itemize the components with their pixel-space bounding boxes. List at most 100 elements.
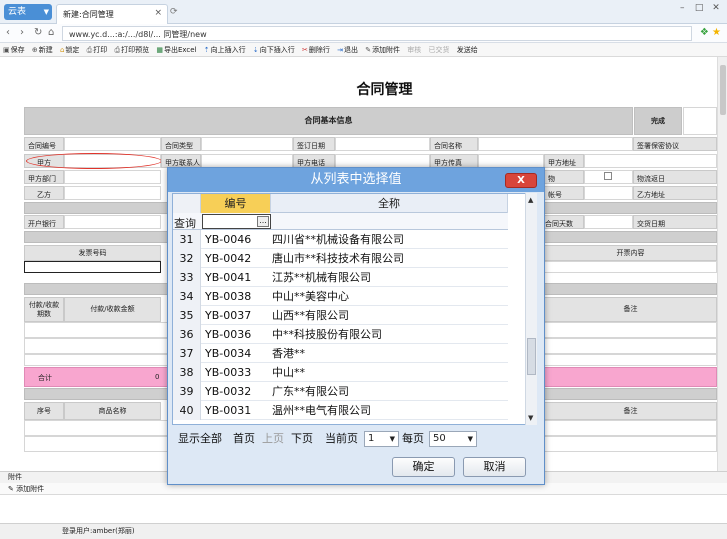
table-row[interactable]: 37 YB-0034 香港** [173,344,508,363]
ticket-content-field[interactable] [544,261,717,273]
party-b-field[interactable] [64,186,161,200]
maximize-icon[interactable]: □ [692,3,706,13]
export-excel-button[interactable]: ▦导出Excel [156,43,196,57]
contract-no-field[interactable] [64,137,161,151]
audit-button[interactable]: 审核 [407,43,421,57]
save-label: 保存 [10,46,25,54]
complete-label: 完成 [634,107,682,135]
excel-icon: ▦ [156,46,163,54]
delete-row-button[interactable]: ✂删除行 [302,43,330,57]
table-row[interactable]: 40 YB-0031 温州**电气有限公司 [173,401,508,420]
logo-label: 云表 [8,7,27,17]
print-button[interactable]: ⎙打印 [87,43,108,57]
add-attachment-button[interactable]: ✎添加附件 [365,43,400,57]
chevron-down-icon: ▼ [389,435,395,443]
chevron-down-icon: ▼ [43,8,49,16]
label-sign-date: 签订日期 [293,137,335,151]
label-party-a-address: 甲方地址 [544,154,584,168]
party-a-fax-field[interactable] [478,154,544,168]
first-page-link[interactable]: 首页 [233,430,255,448]
invoice-no-field[interactable] [24,261,161,273]
extension-icon[interactable]: ❖ [700,27,709,38]
save-button[interactable]: ▣保存 [3,43,25,57]
party-a-address-field[interactable] [584,154,717,168]
back-icon[interactable]: ‹ [6,27,10,38]
prev-page-link[interactable]: 上页 [262,430,284,448]
window-close-icon[interactable]: ✕ [709,3,723,13]
forward-icon[interactable]: › [20,27,24,38]
cancel-button[interactable]: 取消 [463,457,526,477]
app-logo[interactable]: 云表 ▼ [4,4,52,20]
browser-titlebar: 云表 ▼ 新建:合同管理 × ⟳ – □ ✕ [0,0,727,24]
add-attachment-link[interactable]: ✎ 添加附件 [8,485,44,493]
contract-name-field[interactable] [478,137,633,151]
home-icon[interactable]: ⌂ [48,27,54,38]
row-number: 35 [173,306,201,325]
table-row[interactable]: 31 YB-0046 四川省**机械设备有限公司 [173,230,508,249]
row-code: YB-0037 [205,309,252,322]
insert-below-icon: ⇣ [252,46,259,54]
party-a-phone-field[interactable] [335,154,430,168]
filter-more-button[interactable]: ... [257,216,269,227]
table-row[interactable]: 39 YB-0032 广东**有限公司 [173,382,508,401]
lock-button[interactable]: ⌂锁定 [60,43,79,57]
contract-days-field[interactable] [584,215,633,229]
table-row[interactable]: 34 YB-0038 中山**美容中心 [173,287,508,306]
grid-scroll-thumb[interactable] [527,338,536,375]
close-icon[interactable]: × [154,8,162,18]
column-header-code[interactable]: 编号 [201,194,271,213]
send-to-button[interactable]: 发送给 [457,43,478,57]
label-contract-type: 合同类型 [161,137,201,151]
sign-date-field[interactable] [335,137,430,151]
column-header-name[interactable]: 全称 [271,194,508,213]
grid-filter-row: 查询 ... [173,213,508,230]
new-tab-icon[interactable]: ⟳ [170,7,178,17]
page-scrollbar[interactable] [717,57,727,471]
per-page-label: 每页 [402,432,424,445]
print-preview-button[interactable]: ⎙打印预览 [115,43,150,57]
party-a-contact-field[interactable] [201,154,293,168]
dialog-close-button[interactable]: X [505,173,537,188]
url-input[interactable]: www.yc.d...:a:/.../d8l/... 同管理/new [62,26,692,41]
label-contract-name: 合同名称 [430,137,478,151]
table-row[interactable]: 33 YB-0041 江苏**机械有限公司 [173,268,508,287]
minimize-icon[interactable]: – [675,3,689,13]
table-row[interactable]: 32 YB-0042 唐山市**科技技术有限公司 [173,249,508,268]
scroll-up-icon[interactable]: ▲ [528,196,533,204]
table-row[interactable]: 35 YB-0037 山西**有限公司 [173,306,508,325]
delivered-button[interactable]: 已交货 [429,43,450,57]
dialog-title: 从列表中选择值 [168,168,544,192]
account-no-field[interactable] [584,186,633,200]
scroll-down-icon[interactable]: ▼ [528,414,533,422]
grid-rows: 31 YB-0046 四川省**机械设备有限公司 32 YB-0042 唐山市**科技技… [173,230,508,420]
star-icon[interactable]: ★ [712,27,721,38]
insert-below-label: 向下插入行 [259,46,295,54]
ok-button[interactable]: 确定 [392,457,455,477]
party-a-dept-field[interactable] [64,170,161,184]
contract-type-field[interactable] [201,137,293,151]
filter-input[interactable]: ... [202,214,271,229]
per-page-select[interactable]: 50 ▼ [429,431,477,447]
next-page-link[interactable]: 下页 [291,430,313,448]
row-name: 四川省**机械设备有限公司 [272,233,404,246]
label-party-a-phone: 甲方电话 [293,154,335,168]
insert-above-button[interactable]: ⇡向上插入行 [204,43,246,57]
complete-cell[interactable] [683,107,717,135]
refresh-icon[interactable]: ↻ [34,27,42,38]
print-preview-icon: ⎙ [114,46,121,54]
exit-button[interactable]: ⇥退出 [337,43,358,57]
label-supply-agreement: 签署保密协议 [633,137,717,151]
current-page-select[interactable]: 1 ▼ [364,431,399,447]
table-row[interactable]: 36 YB-0036 中**科技股份有限公司 [173,325,508,344]
table-row[interactable]: 38 YB-0033 中山** [173,363,508,382]
select-from-list-dialog: 从列表中选择值 X 编号 全称 查询 ... 31 YB-0046 四川省**机械设… [167,167,545,485]
show-all-link[interactable]: 显示全部 [178,430,222,448]
scroll-thumb[interactable] [720,65,726,115]
browser-tab[interactable]: 新建:合同管理 × [56,4,168,24]
bank-field[interactable] [64,215,161,229]
logistics-checkbox[interactable] [604,172,612,180]
label-contract-days: 合同天数 [541,215,584,229]
insert-below-button[interactable]: ⇣向下插入行 [253,43,295,57]
grid-scrollbar[interactable]: ▲ ▼ [525,193,537,425]
new-button[interactable]: ⊕新建 [32,43,53,57]
